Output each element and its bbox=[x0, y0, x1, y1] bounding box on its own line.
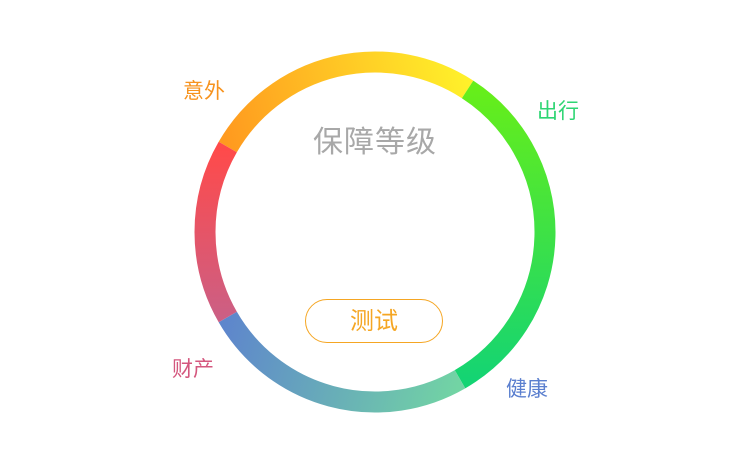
category-label-health: 健康 bbox=[506, 377, 548, 401]
test-button[interactable]: 测试 bbox=[305, 299, 443, 343]
pink-red-segment bbox=[194, 141, 237, 323]
category-label-accident: 意外 bbox=[183, 79, 225, 103]
guarantee-level-title: 保障等级 bbox=[313, 125, 437, 160]
category-label-property: 财产 bbox=[172, 357, 214, 381]
guarantee-level-ring bbox=[194, 51, 556, 413]
category-label-travel: 出行 bbox=[537, 99, 579, 123]
